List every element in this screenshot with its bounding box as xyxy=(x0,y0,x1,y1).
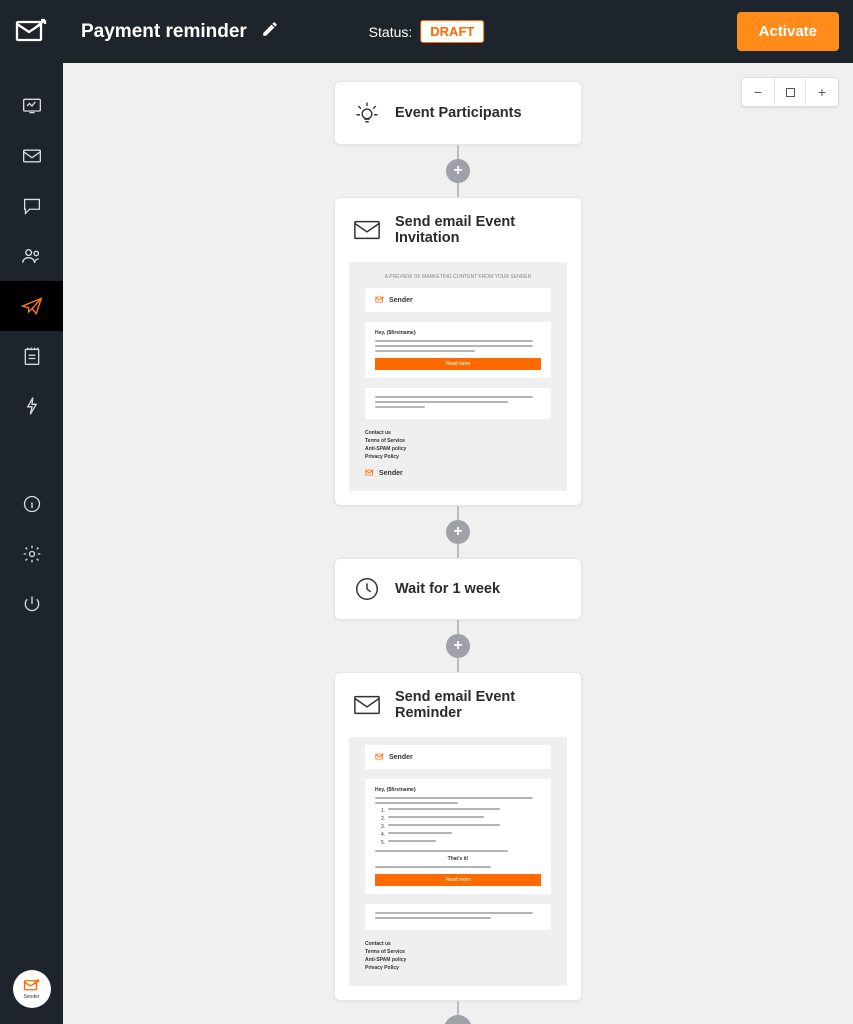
sidebar-item-info[interactable] xyxy=(0,479,63,529)
flow-node-email-invitation[interactable]: Send email Event Invitation A PREVIEW OF… xyxy=(334,197,582,506)
node-title: Send email Event Reminder xyxy=(395,689,563,721)
clock-icon xyxy=(353,575,381,603)
page-title: Payment reminder xyxy=(81,21,247,43)
sidebar: Sender xyxy=(0,63,63,1024)
flow-canvas[interactable]: − + Event Participants + xyxy=(63,63,853,1024)
sidebar-item-bolt[interactable] xyxy=(0,381,63,431)
email-preview: Sender Hey, {$firstname} 1. 2. 3. 4. 5. … xyxy=(349,737,567,986)
top-bar: Payment reminder Status: DRAFT Activate xyxy=(0,0,853,63)
email-preview: A PREVIEW OF MARKETING CONTENT FROM YOUR… xyxy=(349,262,567,491)
zoom-in-button[interactable]: + xyxy=(806,77,838,107)
sidebar-item-mail[interactable] xyxy=(0,131,63,181)
sidebar-item-chat[interactable] xyxy=(0,181,63,231)
flow-node-email-reminder[interactable]: Send email Event Reminder Sender Hey, {$… xyxy=(334,672,582,1001)
node-title: Send email Event Invitation xyxy=(395,214,563,246)
sidebar-item-people[interactable] xyxy=(0,231,63,281)
sidebar-item-settings[interactable] xyxy=(0,529,63,579)
add-step-button[interactable]: + xyxy=(446,634,470,658)
flow-node-trigger[interactable]: Event Participants xyxy=(334,81,582,145)
add-step-button[interactable]: + xyxy=(444,1015,472,1024)
sender-badge[interactable]: Sender xyxy=(13,970,51,1008)
connector xyxy=(457,544,459,558)
connector xyxy=(457,506,459,520)
add-step-button[interactable]: + xyxy=(446,159,470,183)
connector xyxy=(457,145,459,159)
sidebar-item-notes[interactable] xyxy=(0,331,63,381)
zoom-out-button[interactable]: − xyxy=(742,77,774,107)
sidebar-item-power[interactable] xyxy=(0,579,63,629)
activate-button[interactable]: Activate xyxy=(737,12,839,51)
flow-node-wait[interactable]: Wait for 1 week xyxy=(334,558,582,620)
status-area: Status: DRAFT xyxy=(369,20,485,43)
sender-badge-label: Sender xyxy=(23,994,39,1000)
add-step-button[interactable]: + xyxy=(446,520,470,544)
connector xyxy=(457,183,459,197)
sidebar-item-dashboard[interactable] xyxy=(0,81,63,131)
edit-title-icon[interactable] xyxy=(261,20,279,43)
envelope-icon xyxy=(353,694,381,716)
sidebar-item-automation[interactable] xyxy=(0,281,63,331)
node-title: Event Participants xyxy=(395,105,522,121)
status-badge: DRAFT xyxy=(420,20,484,43)
node-title: Wait for 1 week xyxy=(395,581,500,597)
connector xyxy=(457,658,459,672)
zoom-control: − + xyxy=(741,77,839,107)
status-label: Status: xyxy=(369,24,413,40)
app-logo[interactable] xyxy=(0,0,63,63)
lightbulb-icon xyxy=(353,98,381,128)
connector xyxy=(457,620,459,634)
connector xyxy=(457,1001,459,1015)
envelope-icon xyxy=(353,219,381,241)
zoom-fit-button[interactable] xyxy=(774,77,806,107)
